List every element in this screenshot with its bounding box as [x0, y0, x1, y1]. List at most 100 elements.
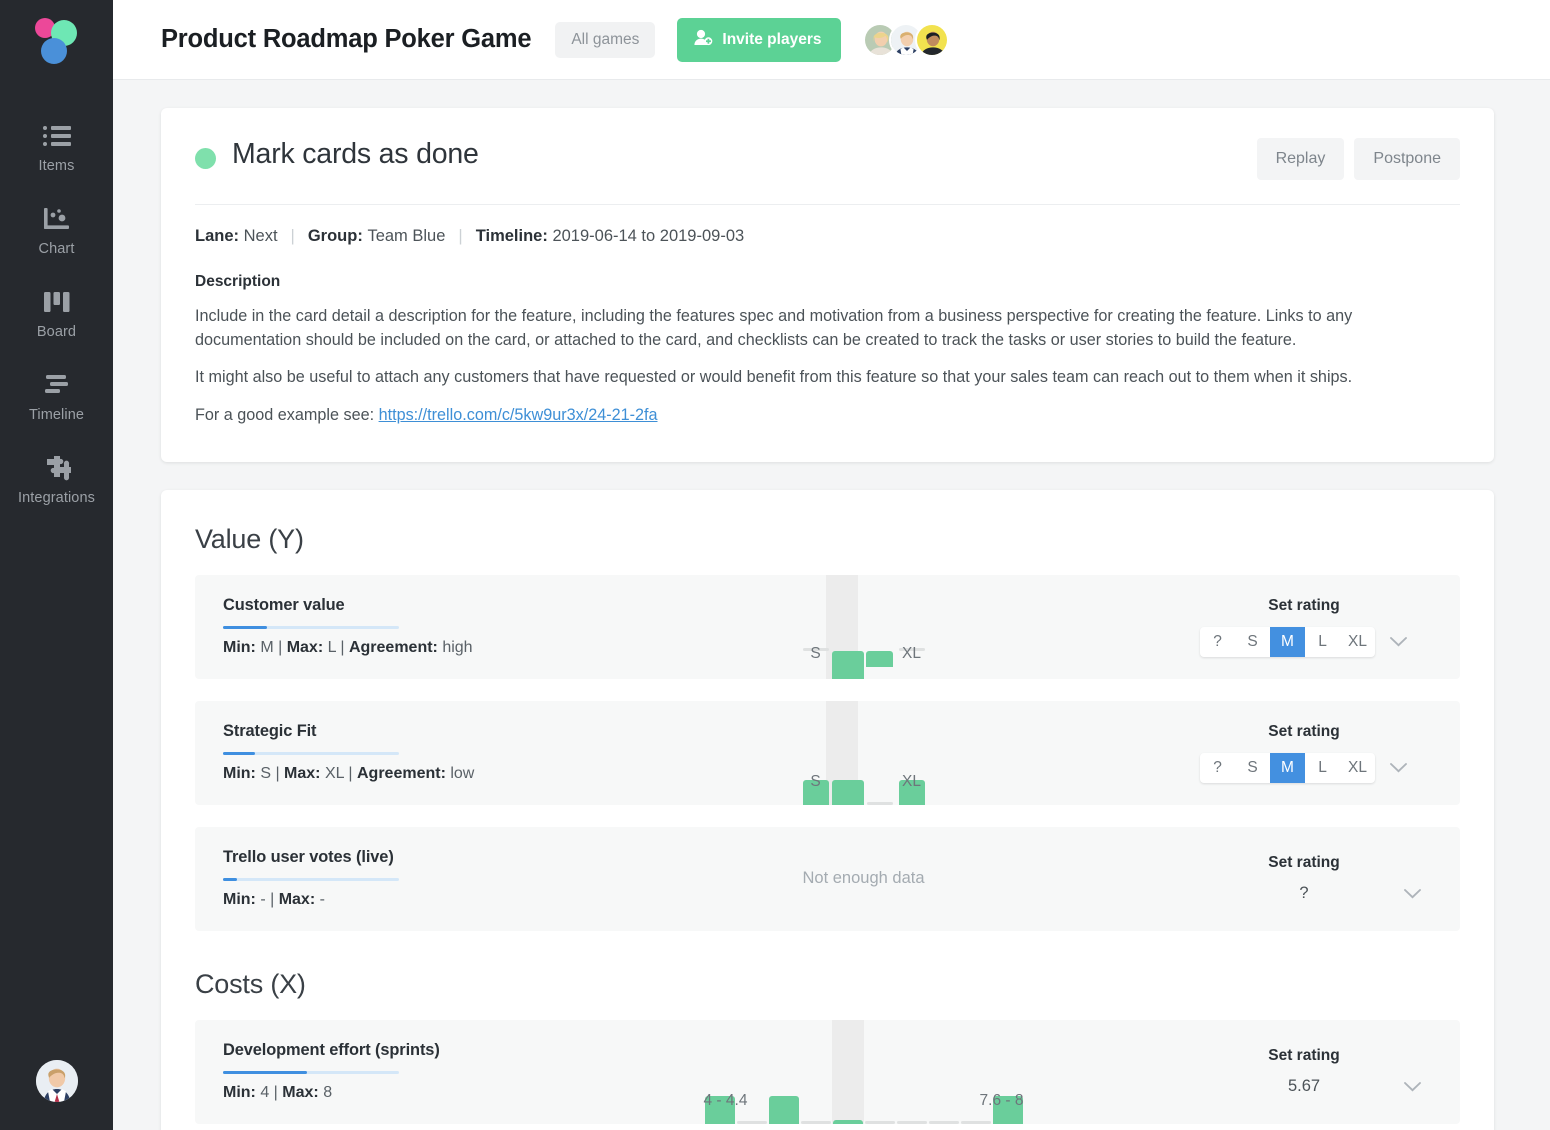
agreement-label: Agreement:	[348, 639, 438, 657]
max-label: Max:	[286, 639, 324, 657]
timeline-label: Timeline:	[475, 227, 548, 245]
histogram-wrap: S XL	[553, 700, 1174, 805]
group-label: Group:	[307, 227, 363, 245]
rating-segmented-control[interactable]: ? S M L XL	[1200, 626, 1375, 657]
set-rating-label: Set rating	[1268, 596, 1340, 614]
status-dot-icon	[195, 148, 216, 169]
progress-bar	[223, 625, 399, 630]
rating-option-m[interactable]: M	[1270, 752, 1305, 783]
replay-button[interactable]: Replay	[1256, 138, 1345, 180]
sidebar-item-integrations[interactable]: Integrations	[0, 438, 113, 521]
min-value: 4	[260, 1084, 270, 1102]
rating-row-trello-user-votes: Trello user votes (live) Min: - | Max: -…	[195, 826, 1460, 931]
postpone-button[interactable]: Postpone	[1354, 138, 1460, 180]
sidebar-item-chart[interactable]: Chart	[0, 189, 113, 272]
histogram-strategic-fit: S XL	[800, 700, 928, 805]
rating-row-customer-value: Customer value Min: M | Max: L | Agreeme…	[195, 574, 1460, 679]
chevron-down-icon[interactable]	[1403, 1081, 1422, 1093]
chevron-down-icon[interactable]	[1403, 888, 1422, 900]
app-root: Items Chart Board Timeline Integrations …	[0, 0, 1550, 1130]
histogram-development-effort: 4 - 4.4 7.6 - 8	[704, 1019, 1024, 1124]
topbar: Product Roadmap Poker Game All games Inv…	[113, 0, 1550, 80]
rating-option-s[interactable]: S	[1235, 627, 1270, 657]
invite-players-button[interactable]: Invite players	[677, 17, 842, 62]
set-rating-development-effort: Set rating 5.67	[1174, 1047, 1434, 1096]
divider	[195, 204, 1460, 205]
rating-row-info: Customer value Min: M | Max: L | Agreeme…	[223, 596, 553, 658]
sidebar-item-label: Integrations	[18, 490, 95, 506]
timeline-icon	[0, 368, 113, 402]
rating-option-unknown[interactable]: ?	[1200, 627, 1235, 657]
player-avatars	[863, 22, 950, 57]
rating-value[interactable]: 5.67	[1214, 1077, 1394, 1096]
agreement-value: high	[442, 639, 473, 657]
set-rating-label: Set rating	[1268, 854, 1340, 872]
rating-value[interactable]: ?	[1214, 884, 1394, 903]
rating-option-l[interactable]: L	[1305, 753, 1340, 783]
histogram-wrap: S XL	[553, 574, 1174, 679]
hygger-logo[interactable]	[29, 14, 85, 70]
all-games-button[interactable]: All games	[555, 21, 656, 58]
set-rating-customer-value: Set rating ? S M L XL	[1174, 597, 1434, 657]
rating-row-title: Trello user votes (live)	[223, 847, 394, 866]
rating-row-title: Development effort (sprints)	[223, 1040, 440, 1059]
group-value: Team Blue	[367, 227, 446, 245]
rating-option-s[interactable]: S	[1235, 753, 1270, 783]
rating-option-m[interactable]: M	[1270, 626, 1305, 657]
min-value: S	[260, 765, 271, 783]
set-rating-controls: ?	[1174, 884, 1434, 903]
scroll-area[interactable]: Mark cards as done Replay Postpone Lane:…	[113, 80, 1550, 1130]
description-paragraph: Include in the card detail a description…	[195, 307, 1353, 349]
avatar[interactable]	[36, 1060, 78, 1102]
rating-row-stats: Min: - | Max: -	[223, 891, 325, 909]
sidebar-item-items[interactable]: Items	[0, 106, 113, 189]
histogram-wrap: Not enough data	[553, 827, 1174, 931]
item-detail-card: Mark cards as done Replay Postpone Lane:…	[161, 108, 1494, 462]
chevron-down-icon[interactable]	[1389, 636, 1408, 648]
list-icon	[0, 119, 113, 153]
sidebar-item-label: Board	[36, 324, 77, 340]
lane-value: Next	[243, 227, 278, 245]
set-rating-label: Set rating	[1268, 722, 1340, 740]
example-link[interactable]: https://trello.com/c/5kw9ur3x/24-21-2fa	[379, 406, 658, 424]
timeline-value: 2019-06-14 to 2019-09-03	[552, 227, 745, 245]
description-example: For a good example see: https://trello.c…	[195, 404, 1460, 428]
rating-option-xl[interactable]: XL	[1340, 627, 1375, 657]
rating-option-xl[interactable]: XL	[1340, 753, 1375, 783]
max-label: Max:	[282, 1084, 319, 1102]
min-label: Min:	[223, 765, 256, 783]
rating-row-development-effort: Development effort (sprints) Min: 4 | Ma…	[195, 1019, 1460, 1124]
chevron-down-icon[interactable]	[1389, 762, 1408, 774]
sidebar-nav: Items Chart Board Timeline Integrations	[0, 106, 113, 521]
min-label: Min:	[223, 1084, 256, 1102]
sidebar-item-board[interactable]: Board	[0, 272, 113, 355]
rating-row-stats: Min: 4 | Max: 8	[223, 1084, 333, 1102]
set-rating-controls: 5.67	[1174, 1077, 1434, 1096]
item-title: Mark cards as done	[232, 138, 479, 170]
avatar[interactable]	[915, 22, 950, 57]
min-value: M	[260, 639, 274, 657]
content: Mark cards as done Replay Postpone Lane:…	[113, 80, 1502, 1130]
description-paragraph: It might also be useful to attach any cu…	[195, 368, 1353, 387]
max-value: XL	[324, 765, 344, 783]
rating-row-strategic-fit: Strategic Fit Min: S | Max: XL | Agreeme…	[195, 700, 1460, 805]
meta-separator: |	[290, 227, 295, 245]
rating-row-info: Trello user votes (live) Min: - | Max: -	[223, 848, 553, 910]
sidebar-item-label: Timeline	[28, 407, 85, 423]
sidebar: Items Chart Board Timeline Integrations	[0, 0, 113, 1130]
set-rating-controls: ? S M L XL	[1174, 752, 1434, 783]
progress-bar	[223, 1070, 399, 1075]
detail-header: Mark cards as done Replay Postpone	[195, 138, 1460, 180]
add-person-icon	[694, 29, 713, 51]
sidebar-item-label: Items	[38, 158, 75, 174]
rating-option-l[interactable]: L	[1305, 627, 1340, 657]
puzzle-piece-icon	[0, 451, 113, 485]
set-rating-controls: ? S M L XL	[1174, 626, 1434, 657]
sidebar-item-timeline[interactable]: Timeline	[0, 355, 113, 438]
page-title: Product Roadmap Poker Game	[161, 25, 532, 53]
lane-label: Lane:	[195, 227, 240, 245]
meta-separator: |	[458, 227, 463, 245]
agreement-value: low	[450, 765, 475, 783]
rating-option-unknown[interactable]: ?	[1200, 753, 1235, 783]
rating-segmented-control[interactable]: ? S M L XL	[1200, 752, 1375, 783]
